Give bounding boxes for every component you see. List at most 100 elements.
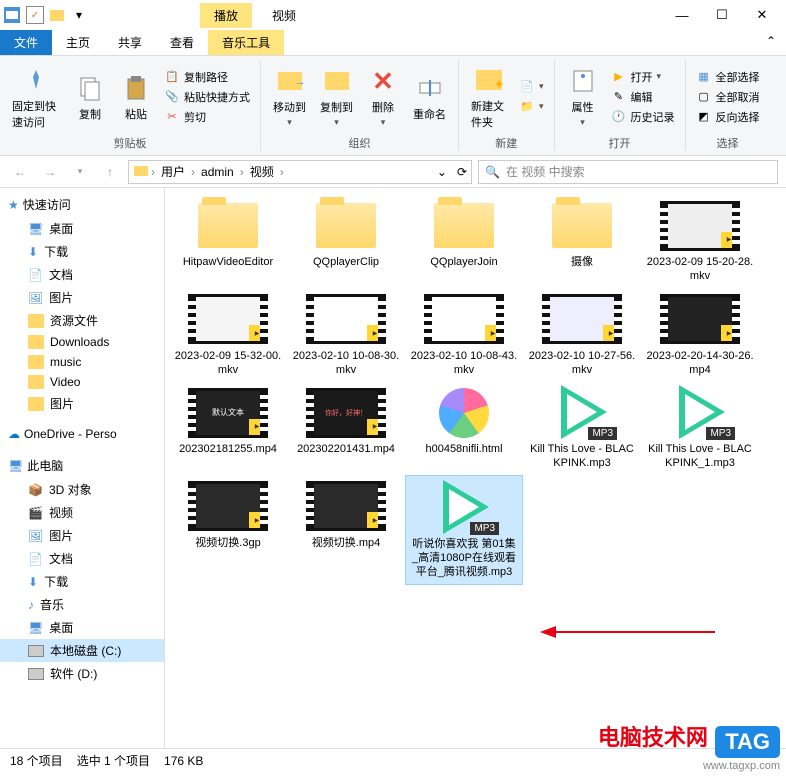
sidebar-downloads-folder[interactable]: Downloads [0,332,164,352]
pin-button[interactable]: 固定到快速访问 [8,62,64,132]
file-item[interactable]: ▶视频切换.3gp [169,475,287,585]
file-item[interactable]: ▶2023-02-10 10-27-56.mkv [523,288,641,382]
copy-to-button[interactable]: 复制到▾ [316,63,357,130]
breadcrumb-dropdown-icon[interactable]: ⌄ [437,165,447,179]
file-name: 2023-02-09 15-20-28.mkv [645,255,755,284]
edit-button[interactable]: ✎编辑 [609,88,677,106]
properties-button[interactable]: 属性▾ [563,63,603,130]
copy-path-label: 复制路径 [184,69,228,85]
qat-folder-icon[interactable] [48,6,66,24]
select-none-button[interactable]: ▢全部取消 [694,88,762,106]
sidebar-documents2[interactable]: 📄文档 [0,547,164,570]
open-button[interactable]: ▶打开▾ [609,68,677,86]
paste-shortcut-label: 粘贴快捷方式 [184,89,250,105]
new-item-button[interactable]: 📄▾ [517,78,546,96]
sidebar-desktop2[interactable]: 🖥桌面 [0,616,164,639]
crumb-admin[interactable]: admin [197,165,238,179]
crumb-users[interactable]: 用户 [157,163,189,180]
select-all-button[interactable]: ▦全部选择 [694,68,762,86]
file-item[interactable]: 摄像 [523,194,641,288]
properties-label: 属性 [572,99,594,115]
qat-checkbox-icon[interactable]: ✓ [26,6,44,24]
file-item[interactable]: ▶2023-02-10 10-08-43.mkv [405,288,523,382]
sidebar-3d-objects[interactable]: 📦3D 对象 [0,478,164,501]
file-item[interactable]: MP3Kill This Love - BLACKPINK_1.mp3 [641,381,759,475]
sidebar-video-folder[interactable]: Video [0,372,164,392]
refresh-button[interactable]: ⟳ [457,165,467,179]
delete-button[interactable]: ✕ 删除▾ [363,63,403,130]
qat-dropdown-icon[interactable]: ▾ [70,6,88,24]
paste-button[interactable]: 粘贴 [116,70,156,124]
sidebar-music2[interactable]: ♪音乐 [0,593,164,616]
tab-music-tools[interactable]: 音乐工具 [208,30,284,55]
file-item[interactable]: h00458nifli.html [405,381,523,475]
file-name: 听说你喜欢我 第01集_高清1080P在线观看平台_腾讯视频.mp3 [410,537,518,580]
invert-selection-button[interactable]: ◩反向选择 [694,108,762,126]
new-item-icon: 📄 [519,79,535,95]
status-item-count: 18 个项目 [10,752,63,769]
file-grid[interactable]: HitpawVideoEditor QQplayerClip QQplayerJ… [165,188,786,748]
move-to-label: 移动到 [273,99,306,115]
sidebar-documents[interactable]: 📄文档 [0,263,164,286]
sidebar-quick-access[interactable]: ★快速访问 [0,192,164,217]
file-name: Kill This Love - BLACKPINK.mp3 [527,442,637,471]
file-item[interactable]: MP3Kill This Love - BLACKPINK.mp3 [523,381,641,475]
sidebar-pictures[interactable]: 🖼图片 [0,286,164,309]
tab-share[interactable]: 共享 [104,30,156,55]
sidebar-downloads2[interactable]: ⬇下载 [0,570,164,593]
rename-button[interactable]: 重命名 [409,70,450,124]
tab-file[interactable]: 文件 [0,30,52,55]
back-button[interactable]: ← [8,160,32,184]
sidebar-downloads[interactable]: ⬇下载 [0,240,164,263]
file-item[interactable]: ▶视频切换.mp4 [287,475,405,585]
up-button[interactable]: ↑ [98,160,122,184]
file-item[interactable]: QQplayerClip [287,194,405,288]
sidebar-pictures-folder[interactable]: 图片 [0,392,164,415]
file-item[interactable]: ▶2023-02-10 10-08-30.mkv [287,288,405,382]
move-to-button[interactable]: → 移动到▾ [269,63,310,130]
file-item[interactable]: ▶2023-02-09 15-20-28.mkv [641,194,759,288]
pin-label: 固定到快速访问 [12,98,60,130]
cut-button[interactable]: ✂剪切 [162,108,252,126]
forward-button[interactable]: → [38,160,62,184]
tab-view[interactable]: 查看 [156,30,208,55]
file-item[interactable]: ▶2023-02-20-14-30-26.mp4 [641,288,759,382]
recent-dropdown[interactable]: ▾ [68,160,92,184]
folder-icon [198,203,258,248]
paste-shortcut-button[interactable]: 📎粘贴快捷方式 [162,88,252,106]
file-item[interactable]: HitpawVideoEditor [169,194,287,288]
sidebar-drive-d[interactable]: 软件 (D:) [0,662,164,685]
file-name: 2023-02-20-14-30-26.mp4 [645,349,755,378]
sidebar-videos[interactable]: 🎬视频 [0,501,164,524]
sidebar-onedrive[interactable]: ☁OneDrive - Perso [0,423,164,445]
maximize-button[interactable]: ☐ [702,1,742,29]
ribbon-collapse-icon[interactable]: ⌃ [756,30,786,55]
breadcrumb[interactable]: › 用户 › admin › 视频 › ⌄ ⟳ [128,160,472,184]
sidebar-drive-c[interactable]: 本地磁盘 (C:) [0,639,164,662]
copy-button[interactable]: 复制 [70,70,110,124]
watermark-title: 电脑技术网 [598,725,708,750]
sidebar-pictures3[interactable]: 🖼图片 [0,524,164,547]
search-input[interactable]: 🔍 在 视频 中搜索 [478,160,778,184]
file-item[interactable]: 默认文本▶202302181255.mp4 [169,381,287,475]
invert-icon: ◩ [696,109,712,125]
new-folder-button[interactable]: ✦ 新建文件夹 [467,62,511,132]
minimize-button[interactable]: — [662,1,702,29]
crumb-videos[interactable]: 视频 [246,163,278,180]
play-tab[interactable]: 播放 [200,3,252,28]
sidebar-resources[interactable]: 资源文件 [0,309,164,332]
file-item[interactable]: 你好，好神！▶202302201431.mp4 [287,381,405,475]
sidebar-music-folder[interactable]: music [0,352,164,372]
copy-path-button[interactable]: 📋复制路径 [162,68,252,86]
easy-access-button[interactable]: 📁▾ [517,98,546,116]
history-button[interactable]: 🕐历史记录 [609,108,677,126]
close-button[interactable]: ✕ [742,1,782,29]
file-item[interactable]: QQplayerJoin [405,194,523,288]
open-label: 打开 [631,69,653,85]
sidebar-desktop[interactable]: 🖥桌面 [0,217,164,240]
tab-home[interactable]: 主页 [52,30,104,55]
file-item-selected[interactable]: MP3听说你喜欢我 第01集_高清1080P在线观看平台_腾讯视频.mp3 [405,475,523,585]
file-item[interactable]: ▶2023-02-09 15-32-00.mkv [169,288,287,382]
ribbon-group-clipboard: 固定到快速访问 复制 粘贴 📋复制路径 📎粘贴快捷方式 ✂剪切 剪贴板 [0,60,261,151]
sidebar-this-pc[interactable]: 🖥此电脑 [0,453,164,478]
